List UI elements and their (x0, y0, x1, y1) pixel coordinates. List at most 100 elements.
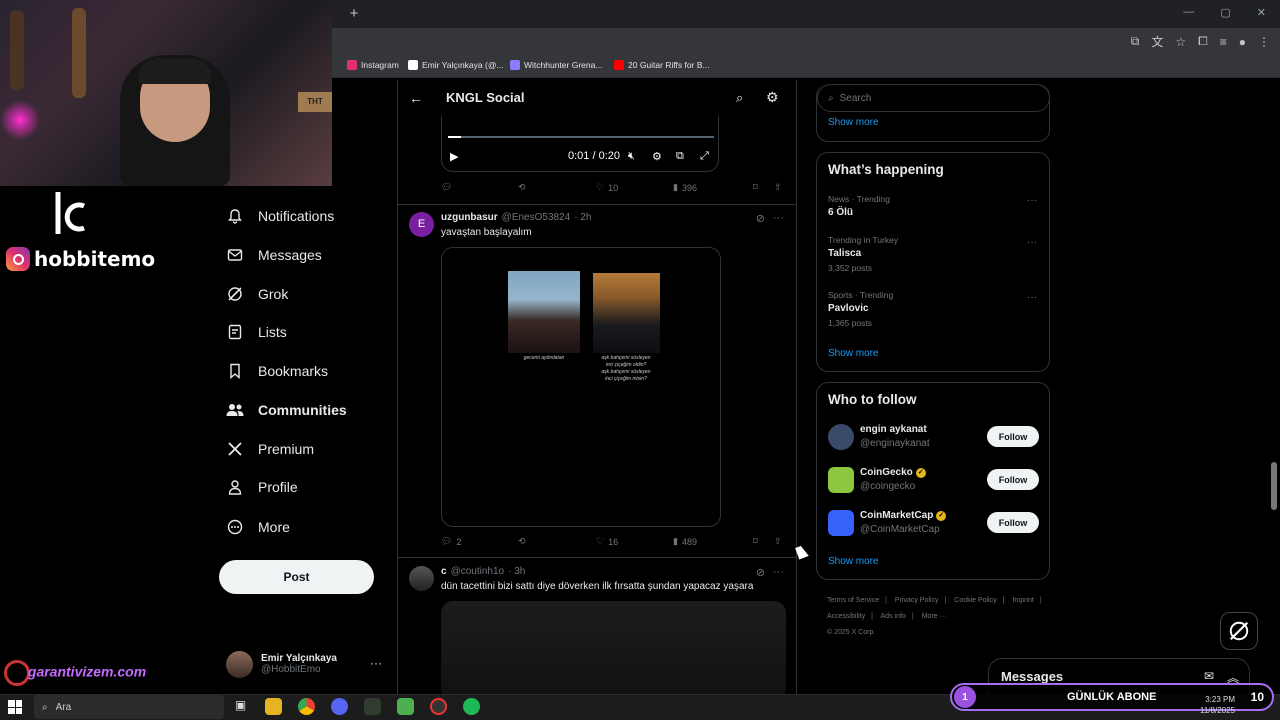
file-explorer-icon[interactable] (265, 698, 282, 715)
search-icon[interactable]: ⌕ (736, 90, 743, 106)
more-icon[interactable]: ··· (1027, 292, 1037, 303)
footer-link-cookie[interactable]: Cookie Policy (954, 597, 996, 604)
bookmark-witchhunter[interactable]: Witchhunter Grena... (510, 60, 602, 70)
taskbar-clock[interactable]: 3:23 PM 11/8/2025 (1200, 694, 1235, 716)
nav-lists[interactable]: Lists (226, 323, 287, 341)
media-player-icon[interactable] (397, 698, 414, 715)
avatar[interactable]: E (409, 212, 434, 237)
fullscreen-icon[interactable]: ⤢ (700, 150, 709, 163)
nav-profile[interactable]: Profile (226, 478, 298, 496)
show-more-link[interactable]: Show more (828, 556, 879, 567)
grok-icon[interactable]: ⊘ (756, 212, 765, 225)
obs-icon[interactable] (430, 698, 447, 715)
cast-icon[interactable]: ⧉ (1131, 34, 1140, 49)
spotify-icon[interactable] (463, 698, 480, 715)
reply-icon[interactable]: 💬︎ (441, 182, 452, 193)
star-icon[interactable]: ☆ (1175, 35, 1186, 49)
footer-link-ads[interactable]: Ads info (881, 613, 906, 620)
windows-start-icon[interactable] (8, 700, 22, 714)
grok-float-button[interactable] (1220, 612, 1258, 650)
chrome-icon[interactable] (298, 698, 315, 715)
nav-communities[interactable]: Communities (226, 401, 347, 419)
views-button[interactable]: ▮ 396 (673, 182, 697, 193)
footer-link-accessibility[interactable]: Accessibility (827, 613, 865, 620)
translate-icon[interactable]: 文 (1151, 33, 1163, 50)
menu-icon[interactable]: ⋮ (1258, 35, 1270, 49)
reply-button[interactable]: 💬︎ 2 (441, 536, 461, 547)
views-button[interactable]: ▮ 489 (673, 536, 697, 547)
footer-link-terms[interactable]: Terms of Service (827, 597, 879, 604)
follow-name[interactable]: CoinMarketCap ✓ (860, 510, 947, 521)
footer-link-more[interactable]: More ··· (922, 613, 947, 620)
new-tab-button[interactable]: + (346, 6, 362, 22)
extensions-icon[interactable]: ⧠ (1198, 34, 1208, 49)
avatar[interactable] (409, 566, 434, 591)
nav-more[interactable]: More (226, 518, 290, 536)
follow-button[interactable]: Follow (987, 469, 1039, 490)
repost-icon[interactable]: ⟲ (518, 536, 526, 547)
bookmark-x-profile[interactable]: Emir Yalçınkaya (@... (408, 60, 504, 70)
close-window-button[interactable]: ✕ (1257, 6, 1266, 19)
trend-name[interactable]: Pavlovic (828, 303, 869, 314)
show-more-link[interactable]: Show more (828, 348, 879, 359)
play-icon[interactable]: ▶ (450, 150, 458, 163)
tweet-media[interactable] (441, 601, 786, 694)
xbox-icon[interactable] (364, 698, 381, 715)
settings-icon[interactable]: ⚙ (652, 150, 662, 163)
more-icon[interactable]: ··· (1027, 195, 1037, 206)
pip-icon[interactable]: ⧉ (676, 150, 684, 163)
avatar[interactable] (828, 467, 854, 493)
follow-button[interactable]: Follow (987, 426, 1039, 447)
trend-name[interactable]: 6 Ölü (828, 207, 853, 218)
video-progress-bar[interactable] (448, 136, 714, 138)
tweet-author[interactable]: c (441, 566, 447, 577)
follow-button[interactable]: Follow (987, 512, 1039, 533)
reading-list-icon[interactable]: ≡ (1220, 35, 1227, 49)
show-more-link[interactable]: Show more (828, 117, 879, 128)
follow-name[interactable]: CoinGecko ✓ (860, 467, 926, 478)
minimize-button[interactable]: — (1183, 6, 1194, 19)
tweet-media[interactable]: gecemi aydınlatan aşk bahçemi süsleyen i… (441, 247, 721, 527)
bookmark-icon[interactable]: ⌑ (753, 182, 758, 193)
account-switcher[interactable]: Emir Yalçınkaya @HobbitEmo ··· (226, 648, 386, 680)
avatar[interactable] (828, 424, 854, 450)
discord-icon[interactable] (331, 698, 348, 715)
trend-name[interactable]: Talisca (828, 248, 861, 259)
profile-icon[interactable]: ● (1239, 35, 1246, 49)
footer-link-privacy[interactable]: Privacy Policy (895, 597, 939, 604)
like-button[interactable]: ♡ 10 (596, 182, 618, 193)
like-button[interactable]: ♡ 16 (596, 536, 618, 547)
maximize-button[interactable]: ▢ (1220, 6, 1230, 19)
more-icon[interactable]: ··· (773, 566, 784, 579)
nav-grok[interactable]: Grok (226, 285, 288, 303)
taskbar-search[interactable]: ⌕ Ara (34, 695, 224, 719)
post-button[interactable]: Post (219, 560, 374, 594)
tweet-time[interactable]: · 2h (574, 212, 591, 223)
task-view-icon[interactable]: ▣ (232, 698, 249, 715)
follow-name[interactable]: engin aykanat (860, 424, 927, 435)
nav-bookmarks[interactable]: Bookmarks (226, 362, 328, 380)
bookmark-guitar-riffs[interactable]: 20 Guitar Riffs for B... (614, 60, 710, 70)
more-icon[interactable]: ··· (773, 212, 784, 225)
nav-notifications[interactable]: Notifications (226, 207, 334, 225)
bookmark-instagram[interactable]: Instagram (347, 60, 399, 70)
video-player[interactable]: ▶ 0:01 / 0:20 🔇︎ ⚙ ⧉ ⤢ (441, 112, 719, 172)
search-input[interactable]: ⌕ Search (817, 84, 1050, 112)
nav-messages[interactable]: Messages (226, 246, 322, 264)
footer-link-imprint[interactable]: Imprint (1012, 597, 1033, 604)
share-icon[interactable]: ⇧ (774, 536, 782, 547)
mute-icon[interactable]: 🔇︎ (628, 150, 635, 163)
avatar[interactable] (828, 510, 854, 536)
tweet-handle[interactable]: @EnesO53824 (502, 212, 571, 223)
bookmark-icon[interactable]: ⌑ (753, 536, 758, 547)
new-message-icon[interactable]: ✉ (1204, 669, 1214, 683)
tweet-handle[interactable]: @coutinh1o (451, 566, 505, 577)
back-arrow-icon[interactable]: ← (409, 90, 423, 106)
tweet-author[interactable]: uzgunbasur (441, 212, 498, 223)
gear-icon[interactable]: ⚙ (766, 89, 779, 106)
nav-premium[interactable]: Premium (226, 440, 314, 458)
grok-icon[interactable]: ⊘ (756, 566, 765, 579)
tweet-time[interactable]: · 3h (508, 566, 525, 577)
repost-icon[interactable]: ⟲ (518, 182, 526, 193)
scrollbar[interactable] (1271, 462, 1277, 510)
